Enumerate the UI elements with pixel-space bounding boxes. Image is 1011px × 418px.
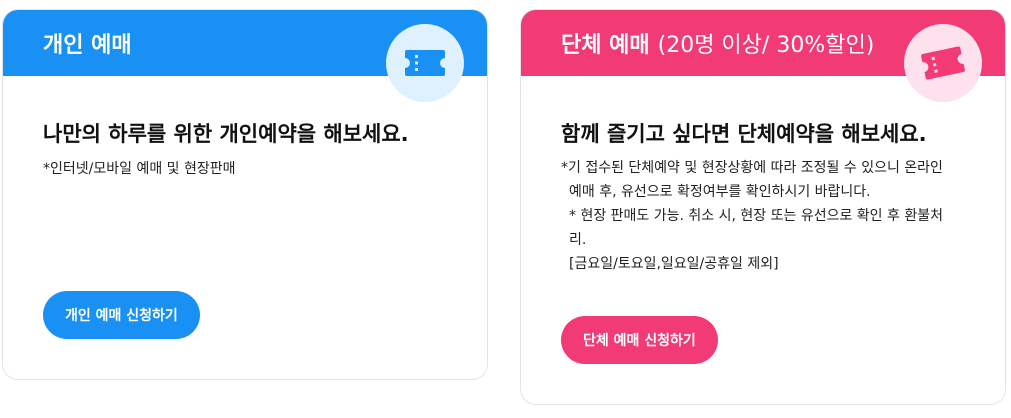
group-note-line: * 현장 판매도 가능. 취소 시, 현장 또는 유선으로 확인 후 환불처 bbox=[569, 208, 943, 224]
individual-card-title: 개인 예매 bbox=[43, 33, 132, 58]
individual-icon-badge bbox=[386, 24, 464, 102]
ticket-icon bbox=[405, 50, 445, 76]
group-heading: 함께 즐기고 싶다면 단체예약을 해보세요. bbox=[561, 122, 927, 146]
group-description: *기 접수된 단체예약 및 현장상황에 따라 조정될 수 있으니 온라인 예매 … bbox=[561, 156, 985, 276]
group-note-line: 리. bbox=[569, 232, 587, 248]
individual-booking-button[interactable]: 개인 예매 신청하기 bbox=[43, 291, 200, 339]
ticket-icon bbox=[921, 46, 965, 80]
group-card-title: 단체 예매 bbox=[561, 33, 650, 58]
individual-note: *인터넷/모바일 예매 및 현장판매 bbox=[43, 161, 236, 177]
individual-description: *인터넷/모바일 예매 및 현장판매 bbox=[43, 157, 467, 181]
group-note-line: *기 접수된 단체예약 및 현장상황에 따라 조정될 수 있으니 온라인 bbox=[561, 160, 943, 176]
individual-heading: 나만의 하루를 위한 개인예약을 해보세요. bbox=[43, 122, 409, 146]
group-note-line: [금요일/토요일,일요일/공휴일 제외] bbox=[569, 256, 779, 272]
group-card-subtitle: (20명 이상/ 30%할인) bbox=[657, 33, 875, 58]
group-note-line: 예매 후, 유선으로 확정여부를 확인하시기 바랍니다. bbox=[569, 184, 871, 200]
group-icon-badge bbox=[904, 24, 982, 102]
group-booking-button[interactable]: 단체 예매 신청하기 bbox=[561, 316, 718, 364]
individual-booking-card: 개인 예매 나만의 하루를 위한 개인예약을 해보세요. *인터넷/모바일 예매… bbox=[2, 9, 488, 380]
group-booking-card: 단체 예매 (20명 이상/ 30%할인) 함께 즐기고 싶다면 단체예약을 해… bbox=[520, 9, 1006, 405]
